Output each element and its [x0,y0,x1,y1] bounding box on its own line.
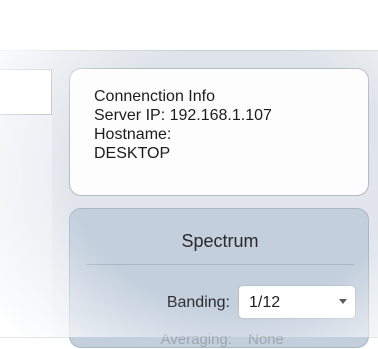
averaging-label: Averaging: [160,331,232,348]
averaging-row: Averaging: None [70,327,370,349]
banding-select-value: 1/12 [249,294,281,311]
spectrum-divider [86,264,354,265]
connection-info-panel: Connenction Info Server IP: 192.168.1.10… [69,68,369,196]
banding-label: Banding: [166,294,230,311]
connection-info-title: Connenction Info [94,88,215,105]
spectrum-title: Spectrum [181,231,259,251]
hostname-label: Hostname: [94,126,172,143]
banding-select[interactable]: 1/12 [238,285,356,319]
hostname-value: DESKTOP [94,145,171,162]
server-ip-text: Server IP: 192.168.1.107 [94,107,272,124]
spectrum-panel: Spectrum Banding: 1/12 Averaging: None [69,208,369,348]
chevron-down-icon [339,299,347,304]
averaging-select[interactable]: None [248,331,284,348]
left-text-field[interactable] [0,69,52,115]
